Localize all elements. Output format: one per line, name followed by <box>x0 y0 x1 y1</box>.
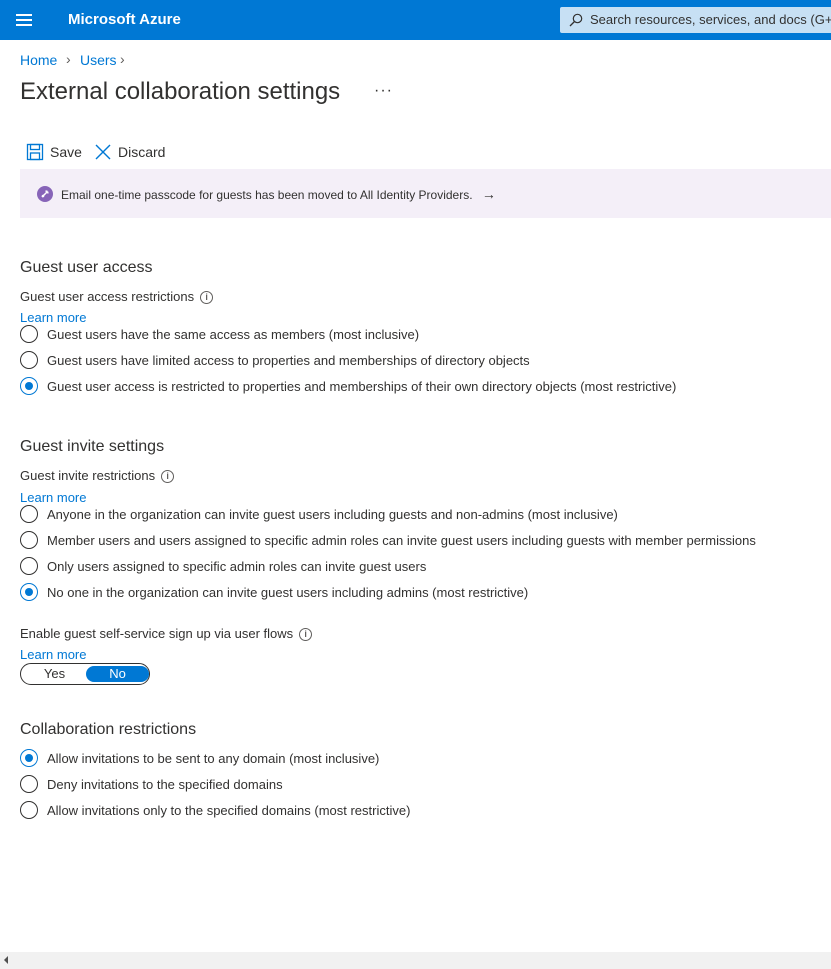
close-icon <box>95 144 111 160</box>
radio-allow-only-specified-domains[interactable]: Allow invitations only to the specified … <box>20 800 410 820</box>
radio-label: Allow invitations to be sent to any doma… <box>47 750 380 766</box>
self-service-signup-text: Enable guest self-service sign up via us… <box>20 626 294 641</box>
save-icon <box>26 143 44 161</box>
radio-button-selected[interactable] <box>20 377 38 395</box>
portal-brand[interactable]: Microsoft Azure <box>68 11 181 28</box>
banner-text: Email one-time passcode for guests has b… <box>61 188 473 202</box>
guest-access-restrictions-text: Guest user access restrictions <box>20 289 195 304</box>
learn-more-link[interactable]: Learn more <box>20 647 86 662</box>
radio-label: Guest users have limited access to prope… <box>47 352 530 368</box>
guest-invite-restrictions-text: Guest invite restrictions <box>20 468 156 483</box>
learn-more-link[interactable]: Learn more <box>20 310 86 325</box>
radio-invite-admin-roles-only[interactable]: Only users assigned to specific admin ro… <box>20 556 426 576</box>
radio-button[interactable] <box>20 351 38 369</box>
top-bar: Microsoft Azure Search resources, servic… <box>0 0 831 40</box>
search-icon <box>569 13 583 27</box>
rocket-icon <box>37 186 53 202</box>
breadcrumb-home[interactable]: Home <box>20 52 57 68</box>
radio-label: Guest users have the same access as memb… <box>47 326 420 342</box>
discard-button[interactable]: Discard <box>94 141 165 163</box>
radio-guest-access-limited[interactable]: Guest users have limited access to prope… <box>20 350 530 370</box>
radio-button[interactable] <box>20 775 38 793</box>
page-title: External collaboration settings <box>20 78 341 105</box>
info-icon[interactable]: i <box>161 470 175 483</box>
guest-access-restrictions-label: Guest user access restrictions i <box>20 289 214 304</box>
chevron-right-icon: › <box>120 51 125 67</box>
banner-message[interactable]: Email one-time passcode for guests has b… <box>61 186 496 202</box>
info-icon[interactable]: i <box>299 628 313 641</box>
save-label: Save <box>50 144 82 160</box>
chevron-right-icon: › <box>66 51 71 67</box>
section-guest-user-access: Guest user access <box>20 259 153 276</box>
more-options-button[interactable]: ··· <box>374 82 393 100</box>
global-search-input[interactable]: Search resources, services, and docs (G+… <box>560 7 831 33</box>
radio-button[interactable] <box>20 531 38 549</box>
radio-deny-specified-domains[interactable]: Deny invitations to the specified domain… <box>20 774 283 794</box>
radio-invite-no-one[interactable]: No one in the organization can invite gu… <box>20 582 528 602</box>
save-button[interactable]: Save <box>26 141 82 163</box>
toggle-yes-option[interactable]: Yes <box>23 666 86 682</box>
info-banner: Email one-time passcode for guests has b… <box>20 169 831 218</box>
info-icon[interactable]: i <box>200 291 214 304</box>
scroll-left-arrow-icon[interactable] <box>4 956 8 964</box>
radio-invite-members-and-admins[interactable]: Member users and users assigned to speci… <box>20 530 756 550</box>
radio-button-selected[interactable] <box>20 583 38 601</box>
radio-label: Anyone in the organization can invite gu… <box>47 506 618 522</box>
radio-button[interactable] <box>20 505 38 523</box>
toggle-no-option[interactable]: No <box>86 666 149 682</box>
radio-button[interactable] <box>20 325 38 343</box>
radio-label: Only users assigned to specific admin ro… <box>47 558 427 574</box>
learn-more-link[interactable]: Learn more <box>20 490 86 505</box>
discard-label: Discard <box>118 144 166 160</box>
self-service-signup-label: Enable guest self-service sign up via us… <box>20 626 313 641</box>
radio-label: No one in the organization can invite gu… <box>47 584 529 600</box>
horizontal-scrollbar[interactable] <box>0 952 831 969</box>
hamburger-menu-icon[interactable] <box>16 14 32 26</box>
radio-label: Member users and users assigned to speci… <box>47 532 756 548</box>
arrow-right-icon: → <box>481 186 496 202</box>
section-guest-invite-settings: Guest invite settings <box>20 438 165 455</box>
section-collaboration-restrictions: Collaboration restrictions <box>20 721 197 738</box>
radio-label: Guest user access is restricted to prope… <box>47 378 677 394</box>
radio-guest-access-same-as-members[interactable]: Guest users have the same access as memb… <box>20 324 419 344</box>
radio-label: Allow invitations only to the specified … <box>47 802 411 818</box>
radio-label: Deny invitations to the specified domain… <box>47 776 283 792</box>
guest-invite-restrictions-label: Guest invite restrictions i <box>20 468 175 483</box>
radio-button[interactable] <box>20 557 38 575</box>
breadcrumb-users[interactable]: Users <box>80 52 117 68</box>
radio-allow-any-domain[interactable]: Allow invitations to be sent to any doma… <box>20 748 379 768</box>
radio-guest-access-restricted[interactable]: Guest user access is restricted to prope… <box>20 376 676 396</box>
search-placeholder: Search resources, services, and docs (G+… <box>590 12 831 27</box>
radio-button-selected[interactable] <box>20 749 38 767</box>
radio-invite-anyone[interactable]: Anyone in the organization can invite gu… <box>20 504 618 524</box>
radio-button[interactable] <box>20 801 38 819</box>
self-service-signup-toggle[interactable]: Yes No <box>20 663 150 685</box>
